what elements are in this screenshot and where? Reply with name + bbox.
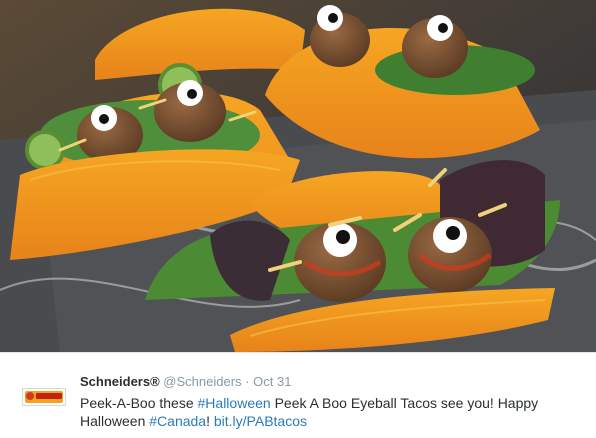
user-handle[interactable]: @Schneiders	[163, 374, 241, 389]
hashtag-canada[interactable]: #Canada	[149, 413, 206, 429]
tweet-header: Schneiders® @Schneiders · Oct 31	[80, 374, 291, 389]
taco-photo-illustration	[0, 0, 596, 352]
avatar-wordmark	[36, 393, 62, 399]
display-name[interactable]: Schneiders®	[80, 374, 160, 389]
tweet-photo[interactable]	[0, 0, 596, 352]
tweet-link[interactable]: bit.ly/PABtacos	[214, 413, 307, 429]
tweet-text-part3: !	[206, 413, 214, 429]
tweet-card: Schneiders® @Schneiders · Oct 31 Peek-A-…	[0, 0, 596, 438]
hashtag-halloween[interactable]: #Halloween	[198, 395, 271, 411]
avatar-emblem	[26, 392, 34, 400]
tweet-date[interactable]: Oct 31	[253, 374, 291, 389]
tweet-text-part1: Peek-A-Boo these	[80, 395, 198, 411]
tweet-text: Peek-A-Boo these #Halloween Peek A Boo E…	[80, 394, 580, 430]
schneiders-logo-icon[interactable]	[22, 388, 66, 406]
separator-dot: ·	[245, 374, 250, 389]
